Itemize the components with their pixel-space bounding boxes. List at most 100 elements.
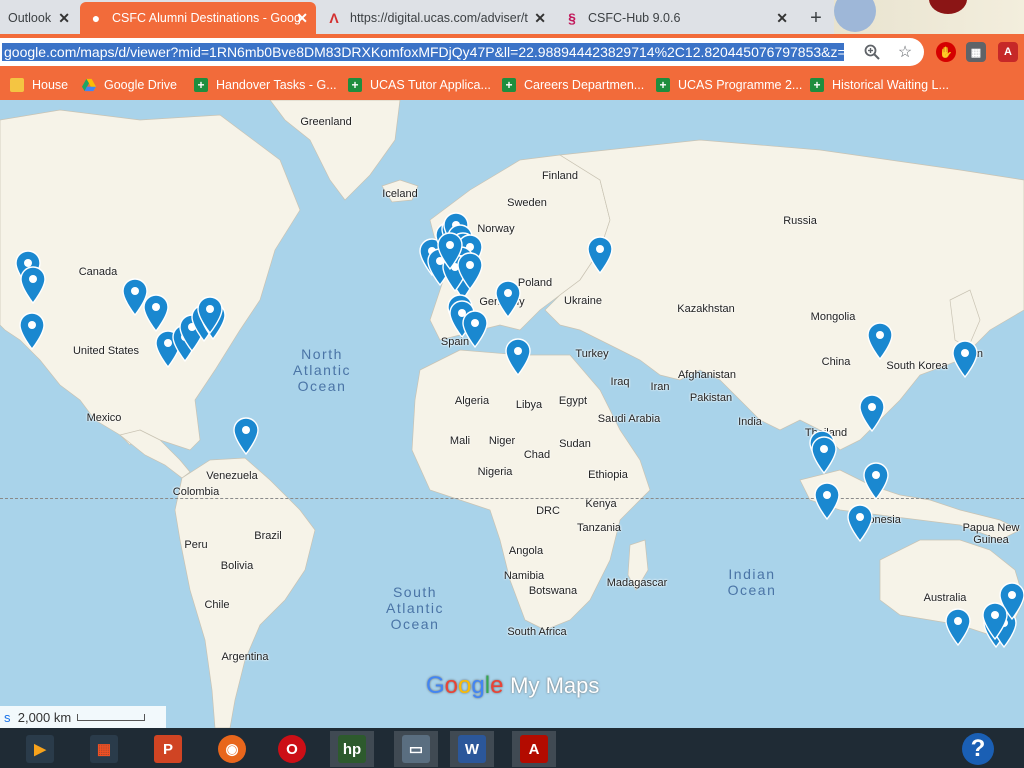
world-map[interactable]: Greenland Finland Iceland Sweden Norway Russi…	[0, 100, 1024, 728]
map-marker-pin[interactable]	[811, 436, 837, 475]
acrobat-icon[interactable]: A	[512, 731, 556, 767]
pdf-extension-icon[interactable]: A	[998, 42, 1018, 62]
map-scale: s 2,000 km	[0, 706, 166, 728]
map-pin-icon: ●	[91, 10, 101, 26]
map-marker-pin[interactable]	[859, 394, 885, 433]
computer-icon[interactable]: ▭	[394, 731, 438, 767]
map-label-iraq: Iraq	[610, 376, 630, 388]
powerpoint-icon[interactable]: P	[146, 731, 190, 767]
word-icon[interactable]: W	[450, 731, 494, 767]
tab-csfc-hub[interactable]: § CSFC-Hub 9.0.6 ✕	[556, 2, 796, 34]
map-marker-pin[interactable]	[19, 312, 45, 351]
map-label-nigeria: Nigeria	[477, 466, 513, 478]
close-icon[interactable]: ✕	[58, 10, 70, 27]
bookmark-house[interactable]: House	[10, 76, 68, 94]
map-marker-pin[interactable]	[495, 280, 521, 319]
bookmark-ucas-programme[interactable]: + UCAS Programme 2...	[656, 76, 802, 94]
map-label-russia: Russia	[783, 215, 817, 227]
google-sheets-icon: +	[194, 78, 208, 92]
new-tab-button[interactable]: +	[805, 7, 827, 29]
zoom-icon[interactable]	[862, 42, 882, 62]
map-label-colombia: Colombia	[172, 486, 220, 498]
map-marker-pin[interactable]	[505, 338, 531, 377]
help-button[interactable]: ?	[962, 733, 994, 765]
map-label-drc: DRC	[536, 505, 560, 517]
map-label-pakistan: Pakistan	[689, 392, 733, 404]
map-label-kenya: Kenya	[585, 498, 617, 510]
map-label-canada: Canada	[78, 266, 118, 278]
map-label-bolivia: Bolivia	[220, 560, 254, 572]
tab-csfc-alumni[interactable]: ● CSFC Alumni Destinations - Goog ✕	[80, 2, 316, 34]
map-label-china: China	[821, 356, 851, 368]
map-marker-pin[interactable]	[197, 296, 223, 335]
map-marker-pin[interactable]	[867, 322, 893, 361]
map-marker-pin[interactable]	[863, 462, 889, 501]
map-label-south-africa: South Africa	[507, 626, 567, 638]
close-icon[interactable]: ✕	[534, 10, 546, 27]
map-marker-pin[interactable]	[814, 482, 840, 521]
ocean-label: North Atlantic Ocean	[293, 346, 351, 394]
bookmark-handover-tasks[interactable]: + Handover Tasks - G...	[194, 76, 337, 94]
extension-icon[interactable]: ▦	[966, 42, 986, 62]
map-marker-pin[interactable]	[457, 252, 483, 291]
map-label-namibia: Namibia	[503, 570, 545, 582]
map-marker-pin[interactable]	[462, 310, 488, 349]
map-label-chile: Chile	[204, 599, 230, 611]
url-text[interactable]: google.com/maps/d/viewer?mid=1RN6mb0Bve8…	[2, 43, 844, 61]
adblock-icon[interactable]: ✋	[936, 42, 956, 62]
map-label-ethiopia: Ethiopia	[588, 469, 628, 481]
map-marker-pin[interactable]	[982, 602, 1008, 641]
map-label-sudan: Sudan	[559, 438, 591, 450]
hub-icon: §	[568, 10, 576, 26]
map-label-ukraine: Ukraine	[564, 295, 602, 307]
map-label-australia: Australia	[923, 592, 967, 604]
map-label-niger: Niger	[488, 435, 516, 447]
firefox-icon[interactable]: ◉	[210, 731, 254, 767]
bookmark-careers[interactable]: + Careers Departmen...	[502, 76, 644, 94]
office-apps-icon[interactable]: ▦	[82, 731, 126, 767]
media-player-icon[interactable]: ▶	[18, 731, 62, 767]
map-label-greenland: Greenland	[300, 116, 352, 128]
close-icon[interactable]: ✕	[296, 10, 308, 27]
google-drive-icon	[82, 78, 96, 92]
map-label-kazakhstan: Kazakhstan	[677, 303, 735, 315]
map-marker-pin[interactable]	[143, 294, 169, 333]
map-label-brazil: Brazil	[254, 530, 282, 542]
bookmarks-bar: House Google Drive + Handover Tasks - G.…	[0, 70, 1024, 100]
windows-taskbar: ? ▶ ▦ P ◉ Ohp ▭ W A	[0, 728, 1024, 768]
hp-icon[interactable]: hp	[330, 731, 374, 767]
map-label-mongolia: Mongolia	[810, 311, 856, 323]
map-marker-pin[interactable]	[20, 266, 46, 305]
map-label-afghanistan: Afghanistan	[677, 369, 737, 381]
browser-toolbar: google.com/maps/d/viewer?mid=1RN6mb0Bve8…	[0, 34, 1024, 70]
map-marker-pin[interactable]	[587, 236, 613, 275]
bookmark-historical-waiting[interactable]: + Historical Waiting L...	[810, 76, 949, 94]
map-marker-pin[interactable]	[233, 417, 259, 456]
folder-icon	[10, 78, 24, 92]
close-icon[interactable]: ✕	[776, 10, 788, 27]
map-label-mexico: Mexico	[86, 412, 122, 424]
bookmark-star-icon[interactable]: ☆	[895, 42, 915, 62]
tab-ucas[interactable]: Λ https://digital.ucas.com/adviser/t ✕	[318, 2, 554, 34]
bookmark-google-drive[interactable]: Google Drive	[82, 76, 177, 94]
map-label-peru: Peru	[184, 539, 208, 551]
map-label-india: India	[738, 416, 762, 428]
address-bar[interactable]: google.com/maps/d/viewer?mid=1RN6mb0Bve8…	[0, 38, 924, 66]
tab-outlook[interactable]: Outlook ✕	[0, 2, 78, 34]
map-label-angola: Angola	[508, 545, 544, 557]
map-marker-pin[interactable]	[945, 608, 971, 647]
map-label-turkey: Turkey	[575, 348, 609, 360]
bookmark-ucas-tutor[interactable]: + UCAS Tutor Applica...	[348, 76, 491, 94]
map-label-argentina: Argentina	[221, 651, 269, 663]
map-label-mali: Mali	[449, 435, 471, 447]
map-marker-pin[interactable]	[952, 340, 978, 379]
google-sheets-icon: +	[810, 78, 824, 92]
google-sheets-icon: +	[656, 78, 670, 92]
theme-decoration	[834, 0, 1024, 34]
map-label-egypt: Egypt	[558, 395, 588, 407]
map-label-venezuela: Venezuela	[206, 470, 258, 482]
opera-icon[interactable]: O	[270, 731, 314, 767]
map-label-finland: Finland	[541, 170, 579, 182]
tab-strip: Outlook ✕ ● CSFC Alumni Destinations - G…	[0, 0, 1024, 34]
map-marker-pin[interactable]	[847, 504, 873, 543]
